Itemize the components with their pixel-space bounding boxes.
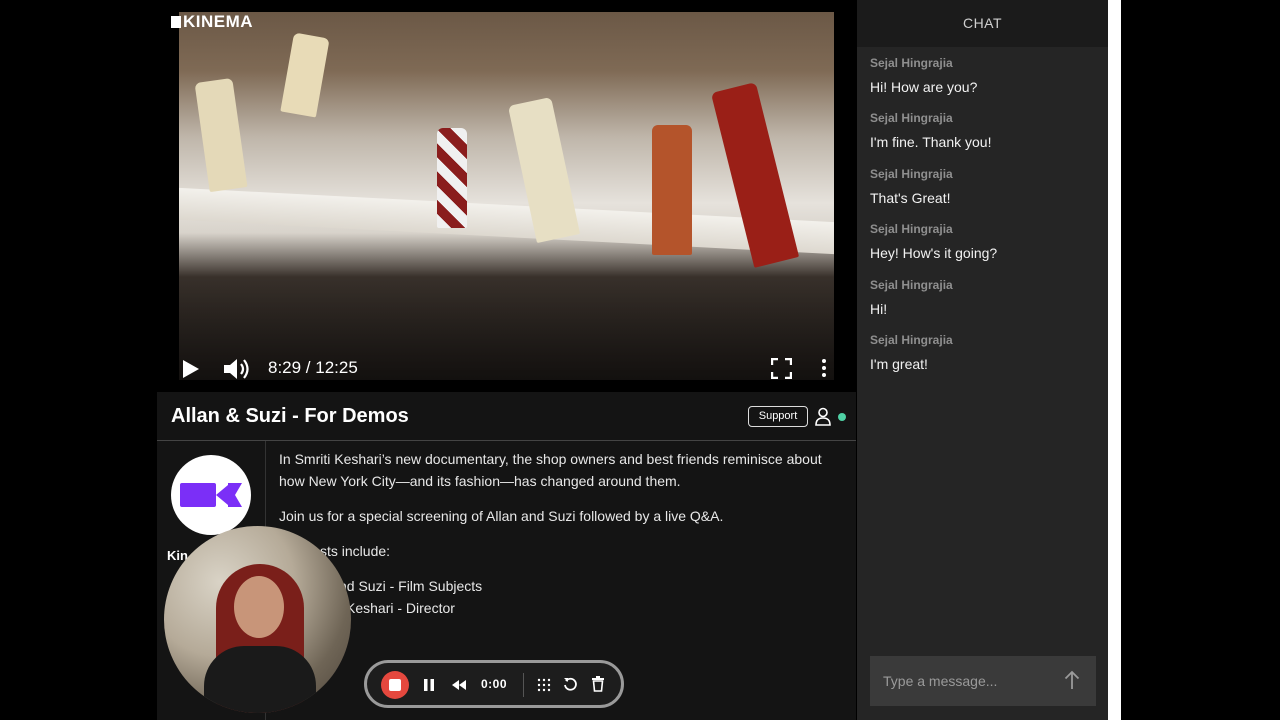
message-text: That's Great!	[870, 190, 951, 206]
message-text: Hi!	[870, 301, 888, 317]
message-text: Hi! How are you?	[870, 79, 978, 95]
guest-item: Keshari - Director	[346, 600, 455, 616]
webcam-bubble[interactable]	[164, 526, 351, 713]
kinema-brand-icon	[180, 483, 242, 507]
chat-sidebar: CHAT Sejal Hingrajia Hi! How are you? Se…	[857, 0, 1108, 720]
message-text: I'm great!	[870, 356, 928, 372]
rewind-icon[interactable]	[451, 679, 467, 691]
chat-message-input[interactable]	[870, 656, 1060, 706]
event-description: In Smriti Keshari’s new documentary, the…	[279, 448, 839, 619]
stop-recording-button[interactable]	[381, 671, 409, 699]
recording-time: 0:00	[481, 677, 508, 691]
message-author: Sejal Hingrajia	[870, 222, 953, 236]
webcam-face	[234, 576, 284, 638]
kinema-logo: KINEMA	[171, 12, 253, 32]
support-button[interactable]: Support	[748, 406, 808, 427]
chat-message: Sejal Hingrajia I'm great!	[870, 333, 953, 372]
webcam-body	[204, 646, 316, 713]
description-paragraph: Join us for a special screening of Allan…	[279, 508, 724, 524]
message-author: Sejal Hingrajia	[870, 278, 953, 292]
more-options-icon[interactable]	[820, 358, 828, 378]
message-text: Hey! How's it going?	[870, 245, 998, 261]
volume-icon[interactable]	[222, 356, 252, 382]
video-scene-boot	[437, 128, 467, 228]
online-status-dot	[838, 413, 846, 421]
guest-item: nd Suzi - Film Subjects	[339, 578, 483, 594]
chat-message: Sejal Hingrajia Hi! How are you?	[870, 56, 977, 95]
message-author: Sejal Hingrajia	[870, 167, 953, 181]
chat-message: Sejal Hingrajia I'm fine. Thank you!	[870, 111, 991, 150]
recording-toolbar: 0:00	[364, 660, 624, 708]
chat-header: CHAT	[857, 0, 1108, 47]
video-player[interactable]: KINEMA 8:29 / 12:25	[157, 0, 856, 392]
event-title: Allan & Suzi - For Demos	[171, 405, 409, 427]
description-paragraph: In Smriti Keshari’s new documentary, the…	[279, 451, 822, 489]
message-author: Sejal Hingrajia	[870, 333, 953, 347]
grid-icon[interactable]	[537, 678, 551, 692]
chat-input-container	[870, 656, 1096, 706]
chat-message: Sejal Hingrajia Hey! How's it going?	[870, 222, 997, 261]
pause-icon[interactable]	[423, 678, 435, 692]
send-arrow-icon[interactable]	[1064, 670, 1080, 690]
window-edge	[1108, 0, 1121, 720]
message-author: Sejal Hingrajia	[870, 56, 953, 70]
chat-message: Sejal Hingrajia That's Great!	[870, 167, 953, 206]
guests-intro: sts include:	[320, 543, 391, 559]
trash-icon[interactable]	[591, 676, 605, 692]
user-icon[interactable]	[815, 407, 831, 426]
message-text: I'm fine. Thank you!	[870, 134, 992, 150]
fullscreen-icon[interactable]	[771, 358, 792, 379]
chat-message: Sejal Hingrajia Hi!	[870, 278, 953, 317]
organizer-avatar	[171, 455, 251, 535]
restart-icon[interactable]	[563, 677, 578, 692]
message-author: Sejal Hingrajia	[870, 111, 953, 125]
play-icon[interactable]	[181, 358, 201, 380]
toolbar-separator	[523, 673, 524, 697]
playback-time: 8:29 / 12:25	[268, 358, 358, 377]
video-scene-boot	[652, 125, 692, 255]
